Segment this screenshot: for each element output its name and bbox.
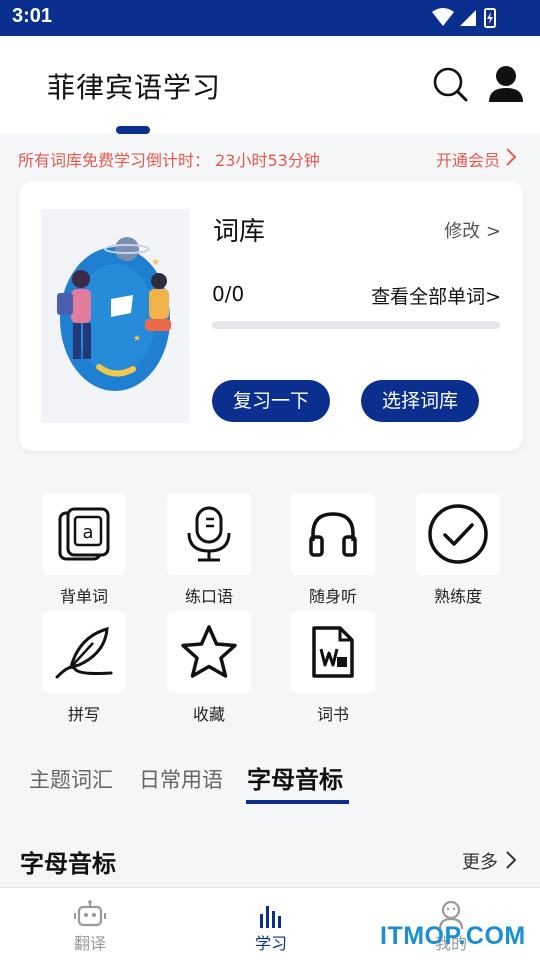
user-icon[interactable]: [486, 64, 526, 104]
feature-label: 词书: [316, 705, 349, 724]
review-button[interactable]: 复习一下: [212, 380, 330, 422]
nav-study[interactable]: 学习: [236, 900, 306, 954]
nav-translate[interactable]: 翻译: [55, 900, 125, 954]
watermark-text: ITMOP.COM: [380, 922, 526, 950]
tab-alphabet-phonetics[interactable]: 字母音标: [247, 760, 343, 795]
feature-wordbook[interactable]: 词书: [291, 611, 375, 725]
feather-pen-icon: [55, 626, 113, 679]
status-icons: [432, 8, 496, 28]
page-title: 菲律宾语学习: [47, 71, 222, 104]
chevron-right-icon[interactable]: [504, 850, 518, 870]
robot-icon: [74, 900, 106, 927]
svg-text:★: ★: [151, 257, 160, 268]
feature-label: 熟练度: [433, 587, 482, 606]
signal-icon: [460, 10, 476, 26]
feature-label: 收藏: [192, 705, 225, 724]
more-link[interactable]: 更多: [462, 848, 498, 874]
word-count: 0/0: [212, 282, 245, 306]
choose-library-button[interactable]: 选择词库: [361, 380, 479, 422]
feature-listening[interactable]: 随身听: [291, 493, 375, 607]
edit-library-link[interactable]: 修改 >: [444, 217, 501, 243]
tab-topic-vocabulary[interactable]: 主题词汇: [29, 764, 113, 794]
word-document-icon: [312, 626, 354, 678]
vocabulary-card: ★ ★ 词库 修改 > 0/0 查看全部单词> 复习一下 选择词库: [19, 181, 523, 451]
bar-chart-icon: [260, 906, 281, 928]
flashcard-icon: a: [58, 507, 110, 561]
feature-speaking[interactable]: 练口语: [167, 493, 251, 607]
microphone-icon: [187, 506, 231, 562]
section-title: 字母音标: [20, 850, 116, 878]
checkmark-circle-icon: [428, 504, 488, 564]
svg-text:★: ★: [133, 334, 141, 344]
notice-bar: 所有词库免费学习倒计时： 23小时53分钟 开通会员: [0, 134, 540, 180]
nav-label: 学习: [254, 934, 287, 953]
svg-text:a: a: [82, 522, 93, 543]
feature-memorize-words[interactable]: a 背单词: [42, 493, 126, 607]
feature-tile[interactable]: [291, 611, 375, 693]
search-icon[interactable]: [430, 64, 470, 104]
feature-spelling[interactable]: 拼写: [42, 611, 126, 725]
tab-daily-phrases[interactable]: 日常用语: [139, 764, 223, 794]
status-time: 3:01: [12, 5, 53, 27]
students-illustration: ★ ★: [41, 209, 189, 423]
open-membership-link[interactable]: 开通会员: [436, 147, 500, 171]
feature-label: 练口语: [184, 587, 233, 606]
feature-label: 随身听: [308, 587, 357, 606]
feature-tile[interactable]: [291, 493, 375, 575]
learning-progress-bar: [212, 321, 500, 329]
feature-proficiency[interactable]: 熟练度: [416, 493, 500, 607]
feature-tile[interactable]: [42, 611, 126, 693]
library-title: 词库: [213, 217, 266, 247]
feature-label: 拼写: [67, 705, 100, 724]
nav-label: 翻译: [73, 934, 106, 953]
view-all-words-link[interactable]: 查看全部单词>: [371, 282, 501, 309]
headphones-icon: [309, 512, 357, 557]
header-tab-indicator: [116, 126, 150, 134]
category-tabs: 主题词汇 日常用语 字母音标: [0, 748, 540, 808]
countdown-text: 所有词库免费学习倒计时： 23小时53分钟: [18, 151, 320, 170]
star-icon: [181, 625, 237, 678]
feature-tile[interactable]: [167, 611, 251, 693]
feature-label: 背单词: [59, 587, 108, 606]
chevron-right-icon[interactable]: [504, 147, 518, 167]
active-tab-underline: [246, 800, 349, 804]
feature-tile[interactable]: [416, 493, 500, 575]
feature-favorites[interactable]: 收藏: [167, 611, 251, 725]
status-bar: 3:01: [0, 0, 540, 36]
feature-tile[interactable]: a: [42, 493, 126, 575]
app-header: 菲律宾语学习: [0, 36, 540, 134]
wifi-icon: [432, 8, 454, 26]
feature-tile[interactable]: [167, 493, 251, 575]
